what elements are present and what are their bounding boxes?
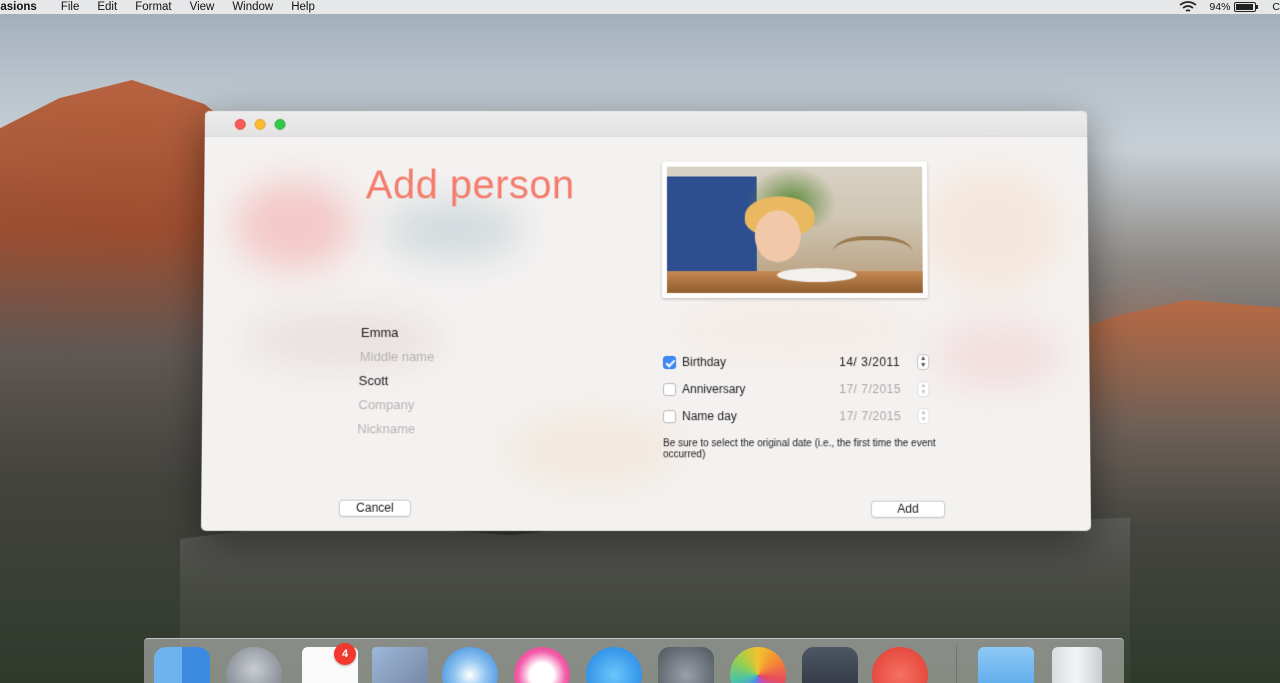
downloads-folder-icon[interactable] (978, 647, 1034, 683)
anniversary-date-stepper: ▲ ▼ (917, 381, 929, 397)
anniversary-row: Anniversary 17/ 7/2015 ▲ ▼ (663, 381, 933, 397)
cancel-button[interactable]: Cancel (339, 500, 411, 517)
dock-separator (956, 645, 957, 683)
launchpad-icon[interactable] (226, 647, 282, 683)
name-day-label[interactable]: Name day (682, 409, 737, 423)
anniversary-label[interactable]: Anniversary (682, 382, 745, 396)
window-titlebar[interactable] (205, 111, 1087, 137)
blur-blob (673, 300, 913, 360)
trash-icon[interactable] (1052, 647, 1102, 683)
first-name-field[interactable]: Emma (361, 325, 399, 340)
mail-stamp-icon[interactable] (372, 647, 428, 683)
menu-format[interactable]: Format (135, 1, 171, 13)
app-store-icon[interactable] (586, 647, 642, 683)
company-field[interactable]: Company (358, 397, 414, 412)
wifi-icon[interactable] (1179, 1, 1197, 13)
menu-window[interactable]: Window (232, 1, 273, 13)
close-window-button[interactable] (235, 119, 246, 130)
blur-blob (383, 200, 523, 260)
battery-icon[interactable] (1234, 2, 1256, 12)
finder-icon[interactable] (154, 647, 210, 683)
name-day-row: Name day 17/ 7/2015 ▲ ▼ (663, 408, 934, 424)
menu-file[interactable]: File (61, 1, 80, 13)
dock: 4 (144, 638, 1124, 683)
page-title: Add person (366, 164, 575, 209)
menu-view[interactable]: View (190, 1, 215, 13)
middle-name-field[interactable]: Middle name (360, 349, 435, 364)
name-day-date-stepper: ▲ ▼ (918, 408, 930, 424)
blur-blob (922, 171, 1063, 290)
person-photo[interactable] (662, 162, 928, 298)
birthday-date-stepper[interactable]: ▲ ▼ (917, 354, 929, 370)
safari-icon[interactable] (442, 647, 498, 683)
menu-edit[interactable]: Edit (97, 1, 117, 13)
photo-face (755, 210, 801, 262)
birthday-checkbox[interactable] (663, 356, 676, 369)
minimize-window-button[interactable] (255, 119, 266, 130)
anniversary-checkbox[interactable] (663, 383, 676, 396)
blur-blob (933, 320, 1064, 390)
menu-clock-partial[interactable]: C (1272, 1, 1280, 13)
menu-extras: 94% C (1179, 0, 1280, 14)
birthday-label[interactable]: Birthday (682, 355, 726, 369)
anniversary-date-field: 17/ 7/2015 (839, 382, 901, 396)
zoom-window-button[interactable] (275, 119, 286, 130)
add-button[interactable]: Add (871, 501, 945, 518)
photo-plate (777, 268, 857, 282)
battery-percent: 94% (1209, 1, 1230, 13)
child-photo-icon (667, 167, 923, 293)
blur-blob (233, 180, 353, 270)
last-name-field[interactable]: Scott (359, 373, 389, 388)
birthday-row: Birthday 14/ 3/2011 ▲ ▼ (663, 354, 933, 370)
menu-help[interactable]: Help (291, 1, 315, 13)
name-day-date-field: 17/ 7/2015 (839, 409, 901, 423)
add-person-window: Add person Emma Middle name Scott Compan… (201, 111, 1091, 531)
nickname-field[interactable]: Nickname (357, 421, 415, 436)
name-day-checkbox[interactable] (663, 410, 676, 423)
birthday-date-field[interactable]: 14/ 3/2011 (839, 355, 900, 369)
reminders-icon[interactable]: 4 (302, 647, 358, 683)
menu-bar: casions File Edit Format View Window Hel… (0, 0, 1280, 14)
photos-icon[interactable] (730, 647, 786, 683)
photo-wall (667, 177, 757, 277)
menu-app-name[interactable]: casions (0, 1, 37, 13)
mission-control-icon[interactable] (802, 647, 858, 683)
blur-blob (502, 410, 683, 490)
reminders-badge: 4 (334, 643, 356, 665)
occasions-gift-icon[interactable] (872, 647, 928, 683)
system-preferences-icon[interactable] (658, 647, 714, 683)
itunes-icon[interactable] (514, 647, 570, 683)
date-hint-text: Be sure to select the original date (i.e… (663, 438, 944, 460)
